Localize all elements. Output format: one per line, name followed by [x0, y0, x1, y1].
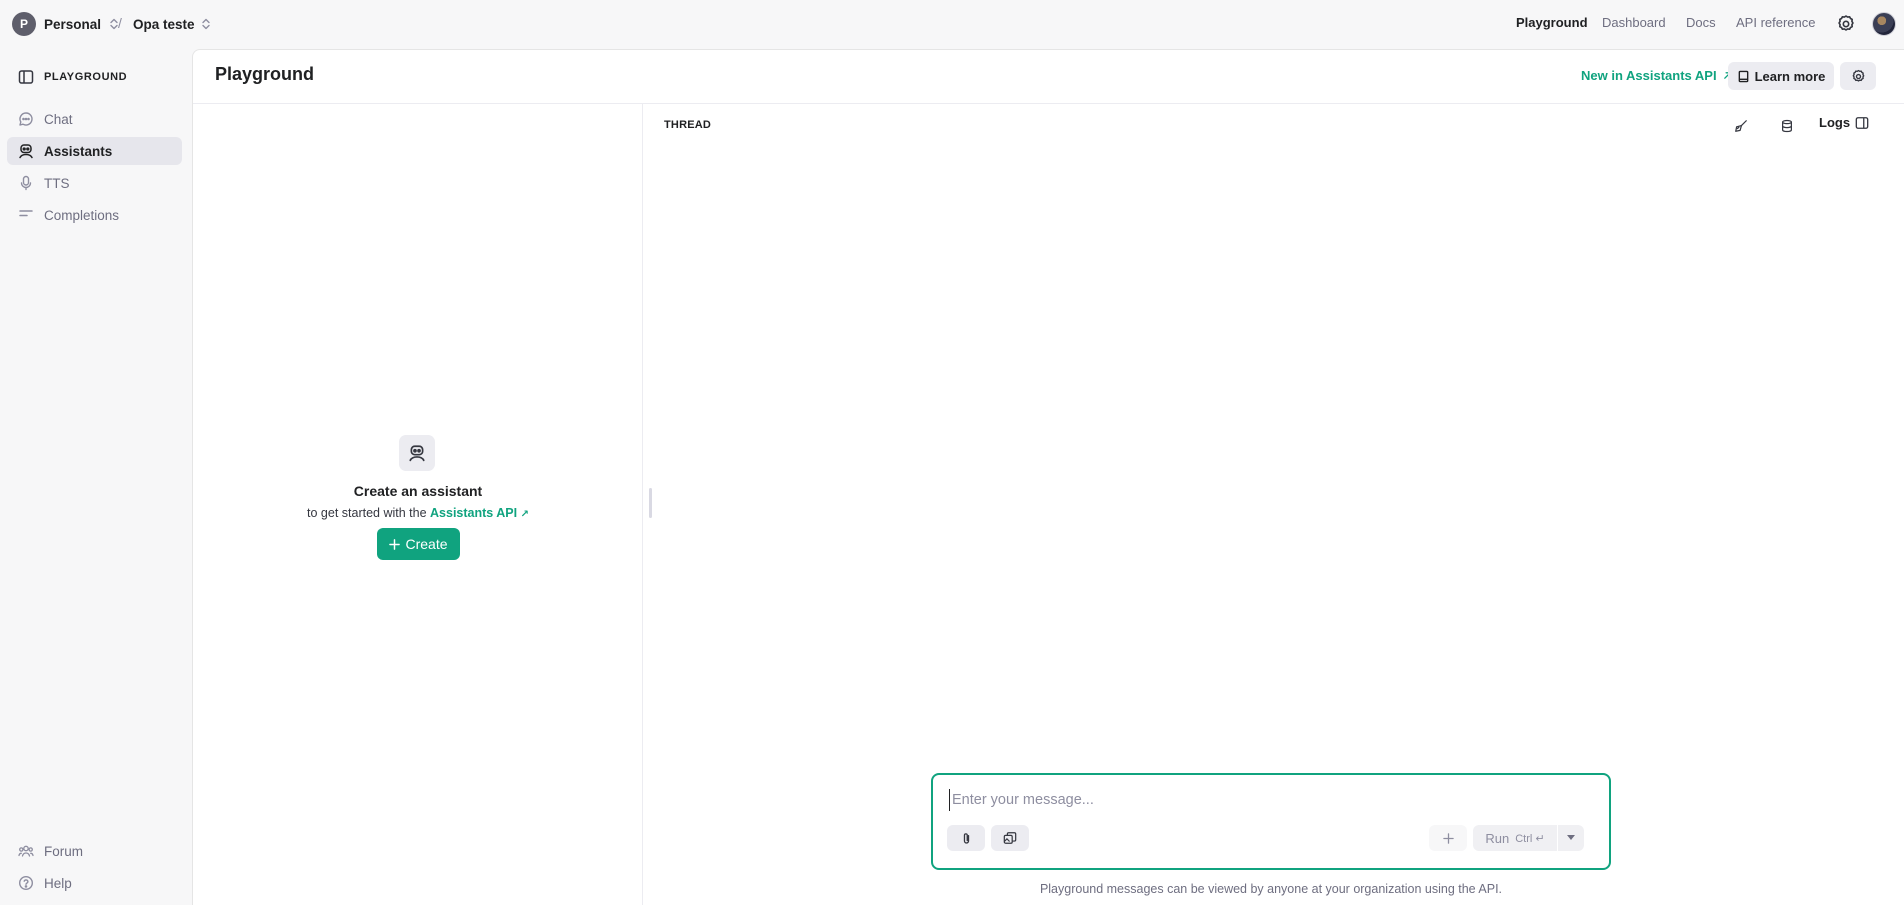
run-options-dropdown[interactable]	[1558, 825, 1584, 851]
pane-resize-handle[interactable]	[649, 488, 652, 518]
run-button[interactable]: Run Ctrl ↵	[1473, 825, 1557, 851]
sidebar-item-label: Assistants	[44, 143, 113, 159]
org-avatar: P	[12, 12, 36, 36]
paperclip-icon	[960, 832, 973, 845]
empty-state-subtitle: to get started with the Assistants API ↗	[307, 506, 529, 520]
clear-thread-broom-icon[interactable]	[1729, 114, 1753, 138]
settings-gear-icon	[1851, 69, 1866, 84]
topnav-dashboard[interactable]: Dashboard	[1602, 15, 1666, 30]
sidebar-item-label: Forum	[44, 843, 84, 859]
topnav-api-reference[interactable]: API reference	[1736, 15, 1816, 30]
sidebar-toggle[interactable]: PLAYGROUND	[18, 69, 127, 85]
panel-right-icon	[1855, 116, 1869, 130]
assistant-settings-button[interactable]	[1840, 62, 1876, 90]
thread-label: THREAD	[664, 119, 712, 131]
add-image-button[interactable]	[991, 825, 1029, 851]
gear-icon[interactable]	[1836, 14, 1856, 34]
images-icon	[1003, 831, 1017, 845]
learn-more-button[interactable]: Learn more	[1728, 62, 1834, 90]
org-name: Personal	[44, 16, 102, 32]
microphone-icon	[18, 175, 34, 191]
topnav-playground[interactable]: Playground	[1516, 15, 1588, 30]
assistant-config-pane	[193, 104, 643, 905]
sidebar-item-label: Chat	[44, 111, 73, 127]
sidebar-item-forum[interactable]: Forum	[7, 837, 182, 865]
assistant-icon	[399, 435, 435, 471]
run-shortcut: Ctrl ↵	[1515, 832, 1545, 845]
main-panel: Playground New in Assistants API Learn m…	[192, 49, 1904, 905]
attach-file-button[interactable]	[947, 825, 985, 851]
sidebar-item-label: TTS	[44, 175, 70, 191]
org-switcher[interactable]: P Personal	[12, 12, 119, 36]
sidebar-panel-icon	[18, 69, 34, 85]
database-icon[interactable]	[1775, 114, 1799, 138]
message-composer: Run Ctrl ↵	[931, 773, 1611, 870]
completions-lines-icon	[18, 207, 34, 223]
chat-bubble-icon	[18, 111, 34, 127]
assistants-api-link[interactable]: Assistants API ↗	[430, 506, 529, 520]
chevron-up-down-icon	[201, 18, 211, 30]
sidebar: PLAYGROUND Chat Assistants TTS Completio…	[0, 49, 192, 905]
visibility-notice: Playground messages can be viewed by any…	[1039, 882, 1503, 896]
project-name: Opa teste	[133, 16, 195, 32]
plus-icon	[1442, 832, 1454, 844]
book-icon	[1737, 70, 1750, 83]
assistant-icon	[18, 143, 34, 159]
new-in-assistants-link[interactable]: New in Assistants API	[1581, 68, 1732, 83]
logs-toggle-button[interactable]: Logs	[1819, 115, 1869, 130]
sidebar-item-help[interactable]: Help	[7, 869, 182, 897]
user-avatar[interactable]	[1872, 12, 1896, 36]
add-message-button[interactable]	[1429, 825, 1467, 851]
sidebar-item-tts[interactable]: TTS	[7, 169, 182, 197]
breadcrumb-separator: /	[118, 15, 122, 31]
people-icon	[18, 843, 34, 859]
top-bar: P Personal / Opa teste Playground Dashbo…	[0, 0, 1904, 49]
message-input[interactable]	[949, 789, 1589, 811]
sidebar-item-completions[interactable]: Completions	[7, 201, 182, 229]
caret-down-icon	[1567, 835, 1575, 841]
topnav-docs[interactable]: Docs	[1686, 15, 1716, 30]
sidebar-item-assistants[interactable]: Assistants	[7, 137, 182, 165]
help-circle-icon	[18, 875, 34, 891]
sidebar-item-label: Help	[44, 875, 72, 891]
sidebar-item-label: Completions	[44, 207, 120, 223]
sidebar-title: PLAYGROUND	[44, 71, 128, 83]
empty-state-title: Create an assistant	[353, 483, 483, 499]
plus-icon	[389, 538, 401, 550]
page-title: Playground	[215, 64, 315, 84]
sidebar-item-chat[interactable]: Chat	[7, 105, 182, 133]
project-switcher[interactable]: Opa teste	[133, 12, 211, 36]
create-assistant-button[interactable]: Create	[377, 528, 460, 560]
